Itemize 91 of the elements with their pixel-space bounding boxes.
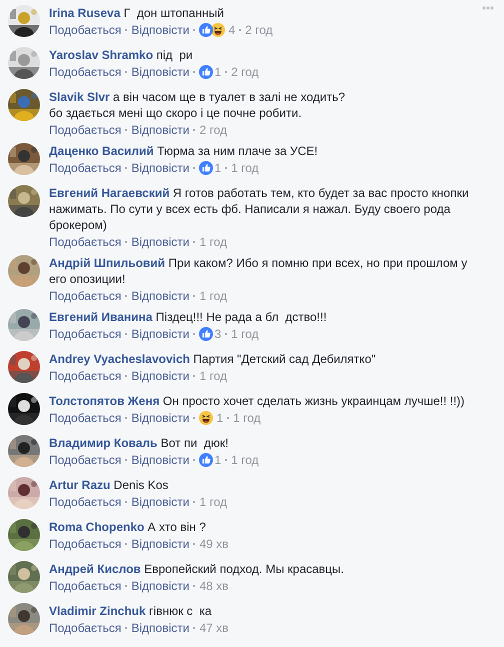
separator-dot-icon — [125, 333, 128, 335]
separator-dot-icon — [193, 375, 196, 377]
separator-dot-icon — [193, 501, 196, 503]
like-link[interactable]: Подобається — [49, 122, 122, 138]
like-link[interactable]: Подобається — [49, 410, 122, 426]
like-link[interactable]: Подобається — [49, 620, 122, 636]
separator-dot-icon — [193, 129, 196, 131]
separator-dot-icon — [193, 71, 196, 73]
comment: Андрій Шпильовий При каком? Ибо я помню при всех, но при прошлом у его опозиции! — [49, 255, 468, 287]
separator-dot-icon — [125, 459, 128, 461]
author-name[interactable]: Yaroslav Shramko — [49, 48, 154, 62]
like-link[interactable]: Подобається — [49, 452, 122, 468]
separator-dot-icon — [193, 333, 196, 335]
like-link[interactable]: Подобається — [49, 22, 122, 38]
reply-link[interactable]: Відповісти — [131, 536, 190, 552]
reply-link[interactable]: Відповісти — [131, 64, 190, 80]
author-name[interactable]: Andrey Vyacheslavovich — [49, 352, 190, 366]
comment: Толстопятов Женя Он просто хочет сделать жизнь украинцам лучше!! !!)) — [49, 393, 466, 409]
like-link[interactable]: Подобається — [49, 578, 122, 594]
comment: Андрей Кислов Европейский подход. Мы красавцы. — [49, 561, 346, 577]
separator-dot-icon — [125, 71, 128, 73]
separator-dot-icon — [193, 543, 196, 545]
reply-link[interactable]: Відповісти — [131, 578, 190, 594]
separator-dot-icon — [193, 241, 196, 243]
separator-dot-icon — [193, 627, 196, 629]
comment: Irina Ruseva Г дон штопанный — [49, 5, 225, 21]
like-link[interactable]: Подобається — [49, 368, 122, 384]
comment: Vladimir Zinchuk гівнюк с ка — [49, 603, 213, 619]
author-name[interactable]: Irina Ruseva — [49, 6, 120, 20]
comment: Artur Razu Denis Kos — [49, 477, 170, 493]
author-name[interactable]: Даценко Василий — [49, 144, 154, 158]
separator-dot-icon — [239, 29, 242, 31]
separator-dot-icon — [225, 333, 228, 335]
reply-link[interactable]: Відповісти — [131, 620, 190, 636]
separator-dot-icon — [125, 627, 128, 629]
reply-link[interactable]: Відповісти — [131, 326, 190, 342]
author-name[interactable]: Толстопятов Женя — [49, 394, 160, 408]
separator-dot-icon — [225, 459, 228, 461]
author-name[interactable]: Андрей Кислов — [49, 562, 141, 576]
comment: Slavik Slvr а він часом ще в туалет в залі не ходить? бо здається мені що скоро і це почне робити. — [49, 89, 346, 121]
comment: Евгений Нагаевский Я готов работать тем, кто будет за вас просто кнопки нажимать. По сути у всех есть фб. Написали я нажал. Буду своего рода брокером) — [49, 185, 470, 233]
separator-dot-icon — [193, 167, 196, 169]
separator-dot-icon — [193, 295, 196, 297]
separator-dot-icon — [125, 543, 128, 545]
reply-link[interactable]: Відповісти — [131, 22, 190, 38]
comment: Евгений Иванина Піздец!!! Не рада а бл дство!!! — [49, 309, 328, 325]
separator-dot-icon — [125, 375, 128, 377]
comment: Yaroslav Shramko під ри — [49, 47, 194, 63]
separator-dot-icon — [125, 129, 128, 131]
author-name[interactable]: Roma Chopenko — [49, 520, 144, 534]
reply-link[interactable]: Відповісти — [131, 494, 190, 510]
author-name[interactable]: Slavik Slvr — [49, 90, 110, 104]
like-link[interactable]: Подобається — [49, 288, 122, 304]
separator-dot-icon — [193, 417, 196, 419]
reply-link[interactable]: Відповісти — [131, 368, 190, 384]
separator-dot-icon — [125, 295, 128, 297]
comment: Даценко Василий Тюрма за ним плаче за УСЕ! — [49, 143, 319, 159]
more-options-icon[interactable] — [482, 6, 494, 10]
author-name[interactable]: Владимир Коваль — [49, 436, 158, 450]
like-link[interactable]: Подобається — [49, 326, 122, 342]
separator-dot-icon — [225, 71, 228, 73]
author-name[interactable]: Artur Razu — [49, 478, 110, 492]
reply-link[interactable]: Відповісти — [131, 452, 190, 468]
like-link[interactable]: Подобається — [49, 536, 122, 552]
separator-dot-icon — [193, 29, 196, 31]
reply-link[interactable]: Відповісти — [131, 234, 190, 250]
separator-dot-icon — [125, 241, 128, 243]
reply-link[interactable]: Відповісти — [131, 410, 190, 426]
separator-dot-icon — [225, 167, 228, 169]
author-name[interactable]: Евгений Иванина — [49, 310, 152, 324]
author-name[interactable]: Евгений Нагаевский — [49, 186, 170, 200]
author-name[interactable]: Андрій Шпильовий — [49, 256, 166, 270]
comment: Roma Chopenko А хто він ? — [49, 519, 207, 535]
separator-dot-icon — [125, 417, 128, 419]
reply-link[interactable]: Відповісти — [131, 288, 190, 304]
comment: Владимир Коваль Вот пи дюк! — [49, 435, 230, 451]
like-link[interactable]: Подобається — [49, 234, 122, 250]
separator-dot-icon — [125, 29, 128, 31]
like-link[interactable]: Подобається — [49, 494, 122, 510]
separator-dot-icon — [125, 167, 128, 169]
separator-dot-icon — [125, 585, 128, 587]
separator-dot-icon — [227, 417, 230, 419]
comment: Andrey Vyacheslavovich Партия "Детский сад Дебилятко" — [49, 351, 377, 367]
like-link[interactable]: Подобається — [49, 160, 122, 176]
separator-dot-icon — [193, 585, 196, 587]
separator-dot-icon — [125, 501, 128, 503]
reply-link[interactable]: Відповісти — [131, 160, 190, 176]
like-link[interactable]: Подобається — [49, 64, 122, 80]
reply-link[interactable]: Відповісти — [131, 122, 190, 138]
author-name[interactable]: Vladimir Zinchuk — [49, 604, 146, 618]
separator-dot-icon — [193, 459, 196, 461]
